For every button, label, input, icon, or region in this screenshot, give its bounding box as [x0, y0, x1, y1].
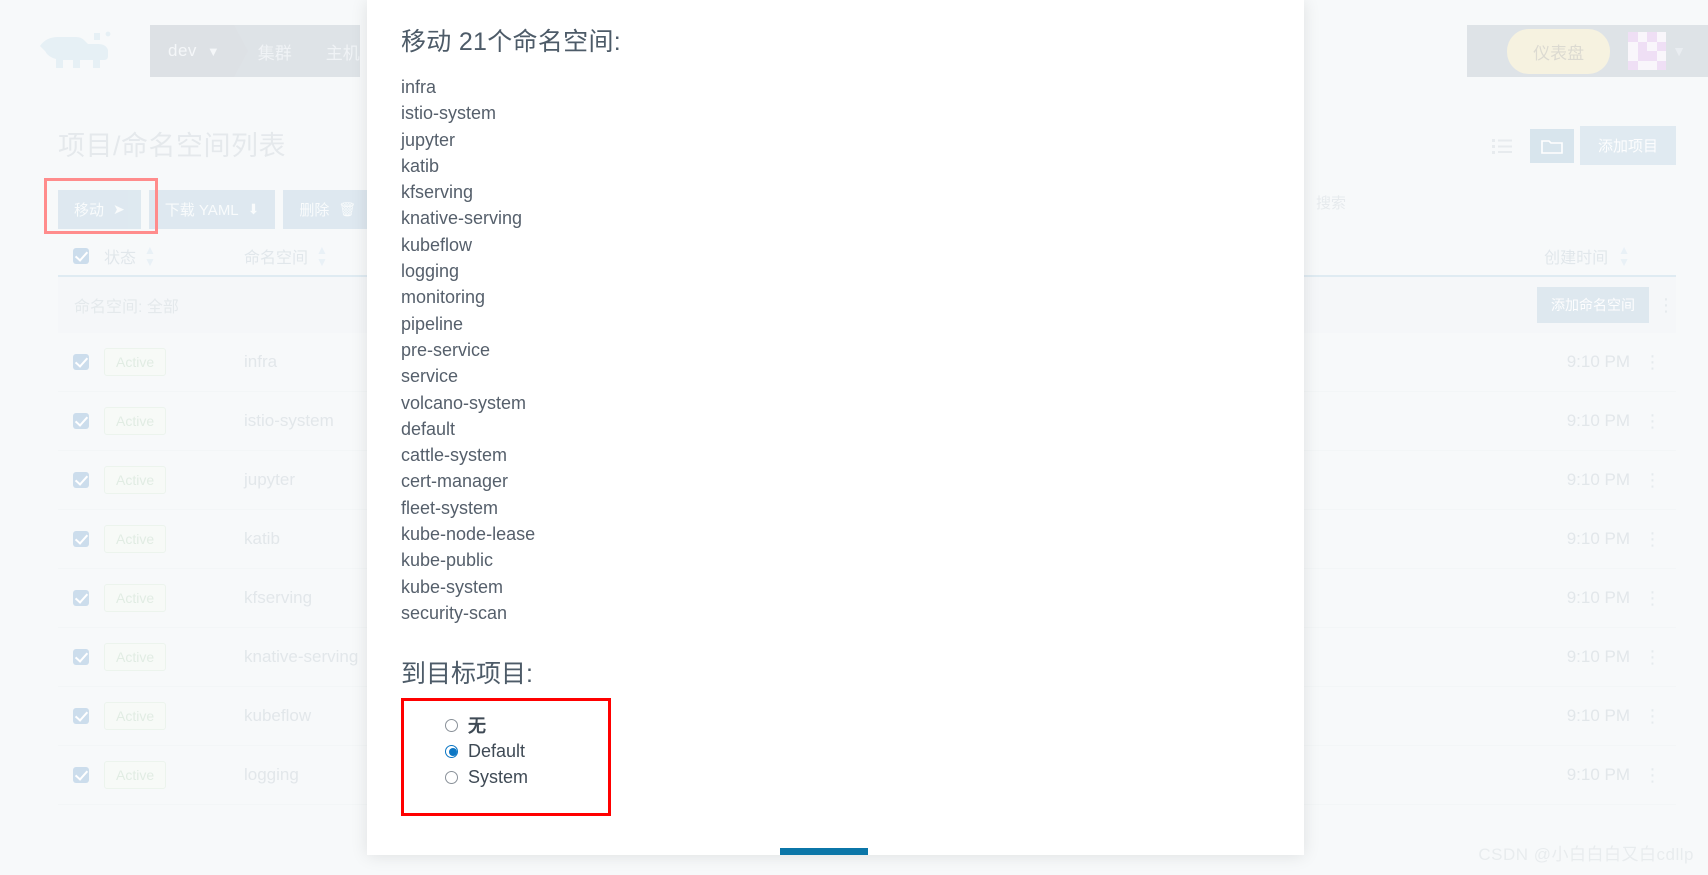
radio-icon: [445, 770, 458, 784]
modal-namespace-item: security-scan: [401, 602, 508, 623]
confirm-move-button[interactable]: 移动: [779, 848, 868, 855]
radio-option-label: System: [468, 766, 529, 787]
radio-option-label: 无: [468, 716, 486, 737]
modal-namespace-item: fleet-system: [401, 497, 499, 518]
modal-namespace-item: jupyter: [401, 129, 456, 150]
radio-icon: [445, 744, 458, 758]
modal-actions: 移动 取消: [401, 848, 1270, 855]
modal-namespace-item: kubeflow: [401, 234, 473, 255]
modal-namespace-item: logging: [401, 261, 460, 282]
radio-option[interactable]: 无: [445, 712, 611, 738]
modal-namespace-item: monitoring: [401, 287, 486, 308]
modal-namespace-item: default: [401, 418, 456, 439]
radio-options: 无 Default System: [445, 712, 611, 790]
radio-option[interactable]: Default: [445, 738, 611, 764]
modal-namespace-item: istio-system: [401, 103, 497, 124]
target-project-radio-group: 无 Default System: [401, 698, 611, 817]
radio-icon: [445, 718, 458, 732]
modal-namespace-item: knative-serving: [401, 208, 523, 229]
modal-namespace-item: pipeline: [401, 313, 464, 334]
modal-namespace-item: volcano-system: [401, 392, 527, 413]
modal-namespace-item: kube-node-lease: [401, 524, 536, 545]
radio-option-label: Default: [468, 740, 526, 761]
modal-namespace-item: kube-system: [401, 576, 504, 597]
modal-namespace-item: infra: [401, 77, 437, 97]
modal-namespace-item: cattle-system: [401, 445, 508, 466]
modal-namespace-list: infra istio-system jupyter katib kfserving kn…: [401, 74, 1270, 626]
radio-option[interactable]: System: [445, 764, 611, 790]
modal-namespace-item: pre-service: [401, 339, 491, 360]
modal-namespace-item: kfserving: [401, 182, 474, 203]
modal-namespace-item: katib: [401, 155, 440, 176]
modal-namespace-item: service: [401, 366, 459, 387]
modal-namespace-item: cert-manager: [401, 471, 509, 492]
target-project-label: 到目标项目:: [401, 660, 533, 689]
modal-title: 移动 21个命名空间:: [401, 28, 621, 56]
modal-namespace-item: kube-public: [401, 550, 494, 571]
move-namespaces-modal: 移动 21个命名空间: infra istio-system jupyter kati…: [367, 0, 1304, 855]
screen-root: dev ▼ 集群 主机 仪表盘 ▼: [0, 0, 1708, 875]
